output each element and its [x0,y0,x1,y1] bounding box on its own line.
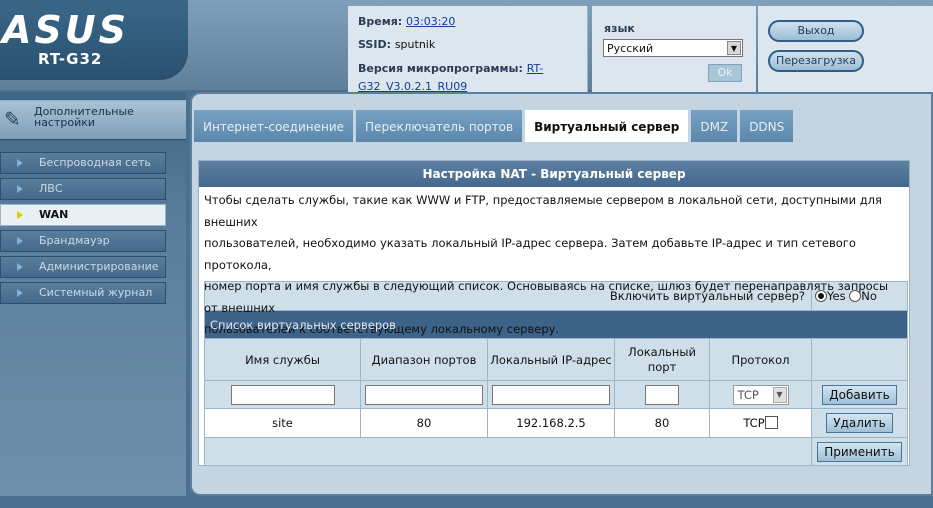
time-row: Время: 03:03:20 [358,15,455,28]
delete-button[interactable]: Удалить [826,413,893,433]
local-port-input[interactable] [645,384,679,405]
arrow-right-icon [17,263,23,271]
sidebar-header-label: Дополнительные настройки [34,106,134,128]
row-select-checkbox[interactable] [764,416,778,429]
input-cell [487,380,615,409]
tab-virtual-server[interactable]: Виртуальный сервер [525,110,689,142]
column-header: Диапазон портов [360,338,488,381]
sidebar-item-label: Администрирование [39,260,159,273]
description-line: Чтобы сделать службы, такие как WWW и FT… [204,193,882,229]
description-line: пользователей, необходимо указать локаль… [204,236,856,272]
enable-no-radio[interactable] [849,290,862,302]
main-content: Интернет-соединение Переключатель портов… [190,92,933,496]
language-label: язык [604,22,635,35]
protocol-select[interactable]: TCP ▼ [732,384,789,405]
sidebar: ✎ Дополнительные настройки Беспроводная … [0,92,186,496]
sidebar-item-label: ЛВС [39,182,63,195]
header-buttons: Выход Перезагрузка [758,6,933,92]
add-button[interactable]: Добавить [822,384,897,405]
input-cell [204,380,361,409]
tab-internet-connection[interactable]: Интернет-соединение [194,110,354,142]
enable-yes-radio[interactable] [815,290,827,302]
time-link[interactable]: 03:03:20 [406,15,455,28]
sidebar-item-wireless[interactable]: Беспроводная сеть [0,152,166,174]
apply-button[interactable]: Применить [817,441,902,462]
ssid-row: SSID: sputnik [358,38,435,51]
sidebar-header-line2: настройки [34,116,96,129]
sidebar-item-label: Беспроводная сеть [39,156,151,169]
cell-service: site [204,408,361,438]
table-row: site 80 192.168.2.5 80 TCP Удалить [204,408,908,438]
firmware-link[interactable]: RT- [527,62,544,75]
no-label: No [861,289,877,303]
protocol-value: TCP [743,416,765,430]
arrow-right-icon [17,185,23,193]
status-info-panel: Время: 03:03:20 SSID: sputnik Версия мик… [348,6,588,93]
language-select[interactable]: Русский ▼ [603,39,743,57]
protocol-select-value: TCP [737,387,759,402]
virtual-server-table: Включить виртуальный сервер? Yes No Спис… [204,281,908,466]
cell-ports: 80 [360,408,488,438]
chevron-down-icon: ▼ [772,386,787,403]
arrow-right-icon [17,211,23,219]
apply-row: Применить [204,437,908,466]
brand-logo: ASUS [2,8,130,52]
ssid-label: SSID: [358,38,391,51]
sidebar-item-label: WAN [39,208,69,221]
tools-icon: ✎ [4,107,21,131]
column-header: Локальный IP-адрес [487,338,615,381]
router-model: RT-G32 [38,50,103,68]
sidebar-item-system-log[interactable]: Системный журнал [0,282,166,304]
sidebar-header[interactable]: ✎ Дополнительные настройки [0,100,186,140]
sidebar-item-wan[interactable]: WAN [0,204,166,226]
input-cell: TCP ▼ [709,380,812,409]
chevron-down-icon: ▼ [727,41,741,55]
column-header: Локальный порт [614,338,710,381]
sidebar-item-administration[interactable]: Администрирование [0,256,166,278]
top-header: ASUS RT-G32 Время: 03:03:20 SSID: sputni… [0,0,933,93]
panel-title: Настройка NAT - Виртуальный сервер [199,161,909,187]
firmware-label: Версия микропрограммы: [358,62,523,75]
arrow-right-icon [17,237,23,245]
sidebar-item-label: Системный журнал [39,286,153,299]
reboot-button[interactable]: Перезагрузка [768,50,864,72]
firmware-row: Версия микропрограммы: RT- G32_V3.0.2.1_… [358,60,543,96]
input-row: TCP ▼ Добавить [204,380,908,409]
language-panel: язык Русский ▼ Ok [592,6,756,92]
sidebar-item-lan[interactable]: ЛВС [0,178,166,200]
sidebar-item-firewall[interactable]: Брандмауэр [0,230,166,252]
time-label: Время: [358,15,403,28]
asus-logo: ASUS RT-G32 [0,0,188,80]
cell-protocol: TCP [709,408,812,438]
column-header: Протокол [709,338,812,381]
tab-dmz[interactable]: DMZ [691,110,738,142]
language-ok-button[interactable]: Ok [708,64,742,82]
yes-label: Yes [827,289,846,303]
delete-cell: Удалить [811,408,908,438]
column-header: Имя службы [204,338,361,381]
cell-local-port: 80 [614,408,710,438]
arrow-right-icon [17,289,23,297]
input-cell: Добавить [811,380,908,409]
virtual-server-panel: Настройка NAT - Виртуальный сервер Чтобы… [198,160,910,466]
ssid-value: sputnik [394,38,436,51]
logout-button[interactable]: Выход [768,20,864,42]
sidebar-item-label: Брандмауэр [39,234,110,247]
tab-ddns[interactable]: DDNS [740,110,794,142]
port-range-input[interactable] [365,384,483,405]
local-ip-input[interactable] [492,384,610,405]
input-cell [614,380,710,409]
column-header-actions [811,338,908,381]
cell-ip: 192.168.2.5 [487,408,615,438]
language-value: Русский [607,42,654,55]
header-row: Имя службы Диапазон портов Локальный IP-… [204,338,908,381]
tab-bar: Интернет-соединение Переключатель портов… [194,110,794,142]
service-name-input[interactable] [230,384,335,405]
arrow-right-icon [17,159,23,167]
panel-description: Чтобы сделать службы, такие как WWW и FT… [199,187,909,336]
input-cell [360,380,488,409]
apply-cell: Применить [811,437,908,466]
tab-port-switch[interactable]: Переключатель портов [356,110,523,142]
apply-spacer [204,437,812,466]
